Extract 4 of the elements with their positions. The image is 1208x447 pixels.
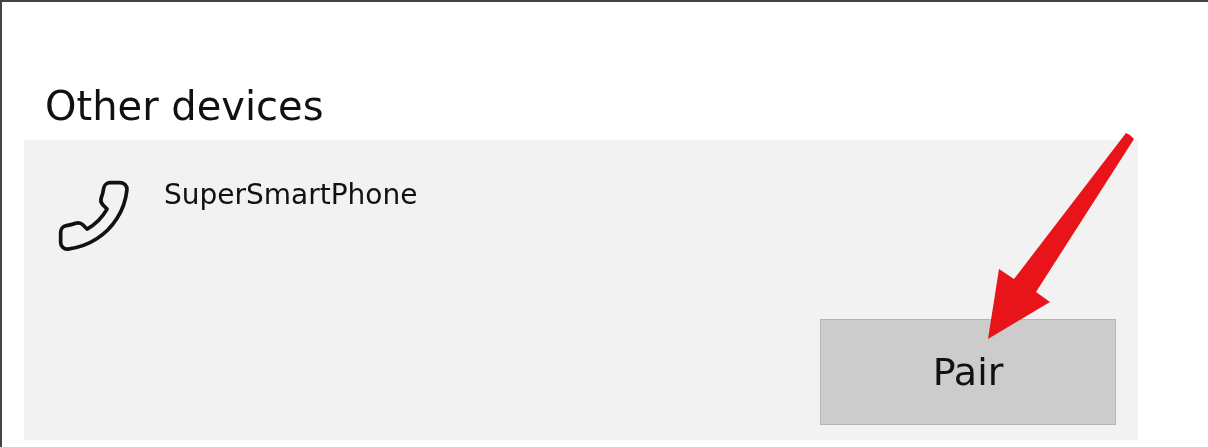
section-title: Other devices	[45, 82, 325, 131]
device-name: SuperSmartPhone	[164, 178, 418, 212]
device-card[interactable]: SuperSmartPhone Pair	[24, 140, 1138, 440]
pair-button[interactable]: Pair	[820, 319, 1116, 425]
